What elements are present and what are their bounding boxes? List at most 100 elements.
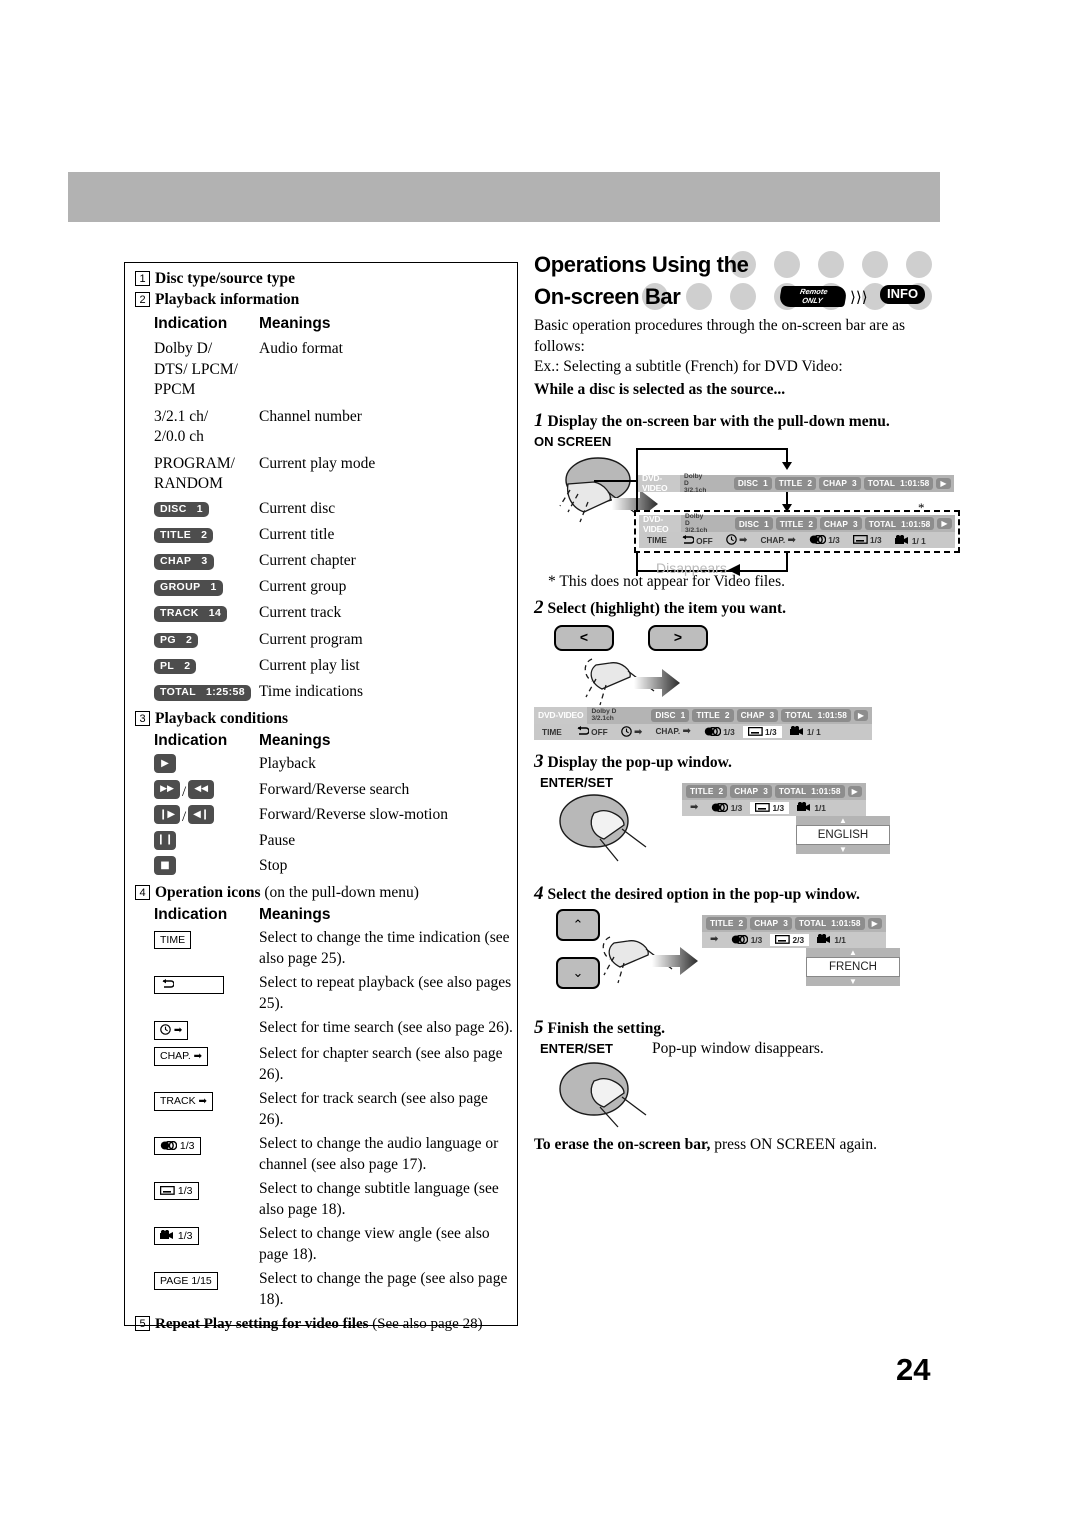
audio-icon <box>809 534 827 545</box>
osd-chip-total[interactable]: TOTAL 1:01:58 <box>864 517 935 530</box>
osd-chip-disc[interactable]: DISC 1 <box>734 517 773 530</box>
osd-menu-subtitle[interactable]: 1/3 <box>750 801 790 814</box>
osd-chip-total[interactable]: TOTAL 1:01:58 <box>781 708 851 722</box>
osd-menu-subtitle[interactable]: 1/3 <box>742 725 782 738</box>
arrow-right-icon: ➡ <box>710 934 719 945</box>
subtitle-icon <box>159 1185 175 1195</box>
step-text: Select (highlight) the item you want. <box>547 599 787 617</box>
osd-badge-title: TITLE 2 <box>154 527 214 544</box>
table-row: ▶ Playback <box>125 754 517 776</box>
table-row: GROUP 1 Current group <box>125 577 517 599</box>
table-row: ❙❙ Pause <box>125 830 517 853</box>
step-text: Display the on-screen bar with the pull-… <box>547 413 890 430</box>
popup-scroll-down[interactable]: ▼ <box>796 844 890 854</box>
enter-set-button-press-illustration <box>559 1061 647 1127</box>
osd-chip-disc[interactable]: DISC 1 <box>733 476 772 490</box>
header-meanings: Meanings <box>259 315 331 332</box>
table-row: ■ Stop <box>125 856 517 878</box>
popup-window-step4: ▲ FRENCH ▼ <box>806 947 900 986</box>
osd-menu-repeat[interactable]: OFF <box>675 534 718 547</box>
manual-page: 1 Disc type/source type 2 Playback informa… <box>0 0 1080 1528</box>
section-title: Operation icons <box>155 884 265 901</box>
meaning-cell: Current title <box>259 525 335 543</box>
osd-menu-angle[interactable]: 1/ 1 <box>890 534 931 547</box>
meaning-cell: Select to repeat playback (see also page… <box>259 974 512 1012</box>
osd-chip-chap[interactable]: CHAP 3 <box>730 784 772 798</box>
osd-chip-total[interactable]: TOTAL 1:01:58 <box>774 784 845 798</box>
osd-menu-angle[interactable]: 1/1 <box>792 801 831 814</box>
osd-play-icon: ▶ <box>936 477 951 489</box>
meaning-cell: Select to change the time indication (se… <box>259 929 510 967</box>
audio-icon <box>704 726 722 736</box>
osd-menu-subtitle[interactable]: 1/3 <box>848 534 887 546</box>
condition-icon-play: ▶ <box>154 754 176 773</box>
header-meanings: Meanings <box>259 906 331 923</box>
osd-menu-audio[interactable]: 1/3 <box>706 802 747 814</box>
osd-chip-total[interactable]: TOTAL 1:01:58 <box>794 916 865 930</box>
page-title-line-2: On-screen Bar <box>534 284 681 309</box>
osd-chip-total[interactable]: TOTAL 1:01:58 <box>863 476 934 490</box>
meaning-cell: Time indications <box>259 683 364 700</box>
osd-menu-chapter-search[interactable]: ➡ <box>685 801 703 814</box>
step-text: Select the desired option in the pop-up … <box>547 885 860 903</box>
osd-play-icon: ▶ <box>937 518 952 529</box>
key-label-enter-set-2: ENTER/SET <box>540 1040 613 1056</box>
indication-cell: TRACK 14 <box>154 603 259 622</box>
osd-play-icon: ▶ <box>847 785 862 797</box>
osd-bar-step2: DVD-VIDEO Dolby D 3/2.1ch DISC 1 TITLE 2 CHAP 3 T… <box>534 706 873 740</box>
table-row: CHAP 3 Current chapter <box>125 551 517 573</box>
osd-chip-title[interactable]: TITLE 2 <box>686 784 728 798</box>
osd-menu-subtitle[interactable]: 2/3 <box>770 933 810 946</box>
osd-top-row: TITLE 2 CHAP 3 TOTAL 1:01:58 ▶ <box>702 915 886 932</box>
popup-scroll-down[interactable]: ▼ <box>806 976 900 986</box>
condition-icon-slowrev: ◀❙ <box>188 805 215 824</box>
osd-menu-audio[interactable]: 1/3 <box>726 934 767 946</box>
osd-menu-angle[interactable]: 1/ 1 <box>785 725 826 738</box>
header-indication: Indication <box>154 732 228 749</box>
osd-menu-repeat[interactable]: OFF <box>570 725 613 738</box>
osd-menu-angle[interactable]: 1/1 <box>812 933 851 946</box>
osd-menu-chapter-search[interactable]: CHAP. ➡ <box>650 725 695 738</box>
table-row: ▶▶ / ◀◀ Forward/Reverse search <box>125 779 517 802</box>
table-row: 1/3 Select to change subtitle language (s… <box>125 1179 517 1220</box>
popup-scroll-up[interactable]: ▲ <box>806 947 900 957</box>
osd-chip-title[interactable]: TITLE 2 <box>692 708 734 722</box>
column-headers: Indication Meanings <box>125 310 517 333</box>
indication-cell: TRACK ➡ <box>154 1089 259 1111</box>
meaning-cell: Select to change view angle (see also pa… <box>259 1225 490 1263</box>
osd-pulldown-row: TIME OFF ➡ CHAP. ➡ 1/3 1/3 1/ 1 <box>639 532 955 548</box>
osd-menu-time-search[interactable]: ➡ <box>616 725 648 739</box>
playback-condition-rows: ▶ Playback ▶▶ / ◀◀ Forward/Reverse search ❙▶ / ◀… <box>125 754 517 878</box>
osd-chip-chap[interactable]: CHAP 3 <box>819 476 861 490</box>
osd-menu-chapter-search[interactable]: CHAP. ➡ <box>755 534 800 547</box>
osd-menu-audio[interactable]: 1/3 <box>804 534 845 546</box>
osd-menu-time-search[interactable]: ➡ <box>721 533 753 547</box>
popup-value-step4[interactable]: FRENCH <box>806 956 900 977</box>
osd-menu-audio[interactable]: 1/3 <box>699 726 740 738</box>
indication-cell: 1/3 <box>154 1179 259 1200</box>
osd-chip-title[interactable]: TITLE 2 <box>774 476 817 490</box>
left-arrow-button[interactable]: < <box>554 624 614 651</box>
osd-chip-title[interactable]: TITLE 2 <box>706 916 748 930</box>
osd-chip-disc[interactable]: DISC 1 <box>651 708 690 722</box>
osd-chip-chap[interactable]: CHAP 3 <box>820 517 862 530</box>
osd-chip-title[interactable]: TITLE 2 <box>775 517 818 530</box>
osd-badge-rows: DISC 1 Current disc TITLE 2 Current title CHAP… <box>125 499 517 704</box>
right-arrow-button[interactable]: > <box>648 624 708 651</box>
osd-bar-with-pulldown: DVD-VIDEO Dolby D 3/2.1ch DISC 1 TITLE 2 CHAP 3 T… <box>634 510 960 553</box>
popup-value-step3[interactable]: ENGLISH <box>796 824 890 845</box>
osd-menu-time[interactable]: TIME <box>537 726 567 738</box>
osd-menu-chapter-search[interactable]: ➡ <box>705 933 723 946</box>
key-label-on-screen: ON SCREEN <box>534 434 612 449</box>
osd-menu-time[interactable]: TIME <box>642 534 672 546</box>
footnote-asterisk: * <box>918 500 925 515</box>
up-arrow-button[interactable]: ⌃ <box>556 908 600 941</box>
osd-chip-chap[interactable]: CHAP 3 <box>736 708 779 722</box>
down-arrow-button[interactable]: ⌄ <box>556 956 600 989</box>
step-number: 2 <box>534 596 544 618</box>
popup-scroll-up[interactable]: ▲ <box>796 815 890 825</box>
indication-cell: CHAP 3 <box>154 551 259 570</box>
section-number-badge: 2 <box>135 292 150 307</box>
osd-chip-chap[interactable]: CHAP 3 <box>750 916 792 930</box>
table-row: PL 2 Current play list <box>125 656 517 678</box>
